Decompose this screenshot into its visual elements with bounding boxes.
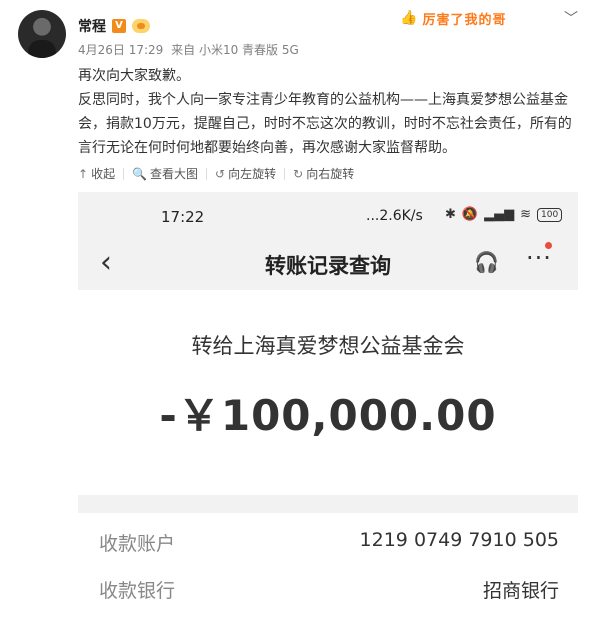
signal-icon: ▂▄▆ [484, 207, 515, 222]
member-level-icon [132, 19, 150, 33]
phone-status-bar: 17:22 ...2.6K/s ✱ 🔕 ▂▄▆ ≋ 100 [78, 192, 578, 240]
detail-label: 收款银行 [99, 580, 176, 602]
collapse-icon: ↑ [78, 166, 89, 181]
bluetooth-icon: ✱ [445, 207, 456, 222]
recipient-text: 转给上海真爱梦想公益基金会 [191, 334, 465, 358]
battery-icon: 100 [537, 207, 563, 222]
collapse-button[interactable]: ↑ 收起 [78, 165, 115, 182]
detail-value: 1219 0749 7910 505 [359, 529, 559, 551]
post-paragraph: 再次向大家致歉。 [78, 68, 190, 84]
mute-icon: 🔕 [461, 207, 479, 222]
transfer-card: 转给上海真爱梦想公益基金会 -￥100,000.00 [78, 290, 578, 495]
detail-row-account: 收款账户 1219 0749 7910 505 [99, 529, 559, 569]
verified-badge: V [112, 19, 126, 33]
post-date[interactable]: 4月26日 17:29 [78, 43, 163, 57]
detail-value: 招商银行 [482, 580, 559, 602]
author-name[interactable]: 常程 [78, 16, 106, 36]
collapse-label: 收起 [91, 167, 116, 181]
avatar[interactable] [18, 10, 66, 58]
rotate-left-icon: ↺ [215, 166, 226, 181]
divider [206, 167, 208, 180]
zoom-icon: 🔍 [132, 166, 148, 181]
rotate-left-label: 向左旋转 [228, 167, 277, 181]
view-large-button[interactable]: 🔍 查看大图 [132, 165, 198, 182]
chevron-down-icon[interactable]: ﹀ [562, 8, 580, 27]
status-icons: ✱ 🔕 ▂▄▆ ≋ 100 [445, 207, 563, 222]
post-meta: 4月26日 17:29 来自 小米10 青春版 5G [78, 41, 303, 58]
post-paragraph: 反思同时，我个人向一家专注青少年教育的公益机构——上海真爱梦想公益基金会，捐款1… [78, 92, 572, 156]
image-toolbar: ↑ 收起 🔍 查看大图 ↺ 向左旋转 ↻ 向右旋转 [78, 165, 366, 182]
view-large-label: 查看大图 [150, 167, 199, 181]
headset-icon: 🎧 [474, 250, 499, 274]
sticker-text: 厉害了我的哥 [422, 12, 507, 28]
thumbs-up-icon: 👍 [400, 10, 419, 26]
post-source: 来自 小米10 青春版 5G [171, 43, 299, 57]
phone-nav-bar: ‹ 转账记录查询 🎧 ··· [78, 240, 578, 288]
wifi-icon: ≋ [520, 207, 531, 222]
status-time: 17:22 [161, 208, 205, 226]
post-body: 再次向大家致歉。 反思同时，我个人向一家专注青少年教育的公益机构——上海真爱梦想… [78, 64, 578, 160]
amount-text: -￥100,000.00 [159, 391, 497, 440]
details-card: 收款账户 1219 0749 7910 505 收款银行 招商银行 [78, 513, 578, 629]
rotate-right-label: 向右旋转 [306, 167, 355, 181]
sticker-card[interactable]: 👍 厉害了我的哥 [400, 6, 546, 30]
divider [284, 167, 286, 180]
network-rate: ...2.6K/s [366, 208, 423, 224]
nav-title: 转账记录查询 [265, 254, 391, 278]
detail-label: 收款账户 [99, 533, 176, 555]
rotate-left-button[interactable]: ↺ 向左旋转 [215, 165, 276, 182]
notification-dot [545, 242, 552, 249]
detail-row-bank: 收款银行 招商银行 [99, 576, 559, 616]
rotate-right-icon: ↻ [293, 166, 304, 181]
screenshot-image[interactable]: 17:22 ...2.6K/s ✱ 🔕 ▂▄▆ ≋ 100 ‹ 转账记录查询 🎧… [78, 192, 578, 629]
author-row: 常程 V [78, 16, 150, 36]
rotate-right-button[interactable]: ↻ 向右旋转 [293, 165, 354, 182]
divider [123, 167, 125, 180]
